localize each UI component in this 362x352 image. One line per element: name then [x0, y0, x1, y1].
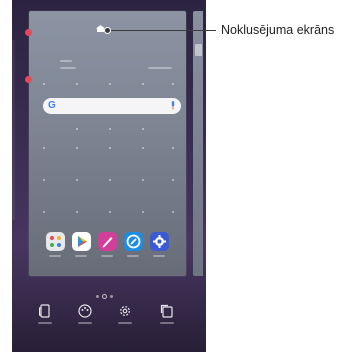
phone-screen: G: [12, 0, 206, 352]
app-label: [49, 255, 61, 257]
previous-page-edge[interactable]: [12, 40, 15, 220]
widget-preview-icon: [195, 44, 202, 56]
themes-icon: [78, 304, 92, 318]
callout-line: [108, 30, 216, 31]
callout-dot: [104, 27, 111, 34]
apps-folder-icon[interactable]: [46, 232, 65, 251]
screen-rotate-icon: [160, 304, 173, 318]
settings-app-icon[interactable]: [150, 232, 169, 251]
app-label: [153, 255, 165, 257]
app-label: [75, 255, 87, 257]
google-search-bar[interactable]: G: [43, 98, 181, 114]
themes-button[interactable]: [75, 304, 95, 332]
settings-gear-icon: [120, 306, 130, 316]
callout-label: Noklusējuma ekrāns: [221, 23, 335, 37]
app-label: [101, 255, 113, 257]
wallpaper-button[interactable]: [35, 304, 55, 332]
toolbar-label: [38, 322, 52, 324]
home-page-dot: [102, 294, 107, 299]
pen-app-icon[interactable]: [98, 232, 117, 251]
toolbar-label: [118, 322, 132, 324]
screen-effects-button[interactable]: [157, 304, 177, 332]
mic-icon[interactable]: [171, 101, 175, 110]
remove-widget-badge[interactable]: [25, 29, 32, 36]
compass-app-icon[interactable]: [124, 232, 143, 251]
home-settings-button[interactable]: [115, 304, 135, 332]
weather-widget[interactable]: [60, 60, 200, 80]
remove-widget-badge[interactable]: [25, 76, 32, 83]
app-label: [127, 255, 139, 257]
google-icon: G: [48, 100, 56, 111]
toolbar-label: [78, 322, 92, 324]
next-screen-preview[interactable]: [193, 11, 203, 276]
wallpaper-icon: [39, 304, 50, 318]
toolbar-label: [160, 322, 174, 324]
play-store-icon[interactable]: [72, 232, 91, 251]
